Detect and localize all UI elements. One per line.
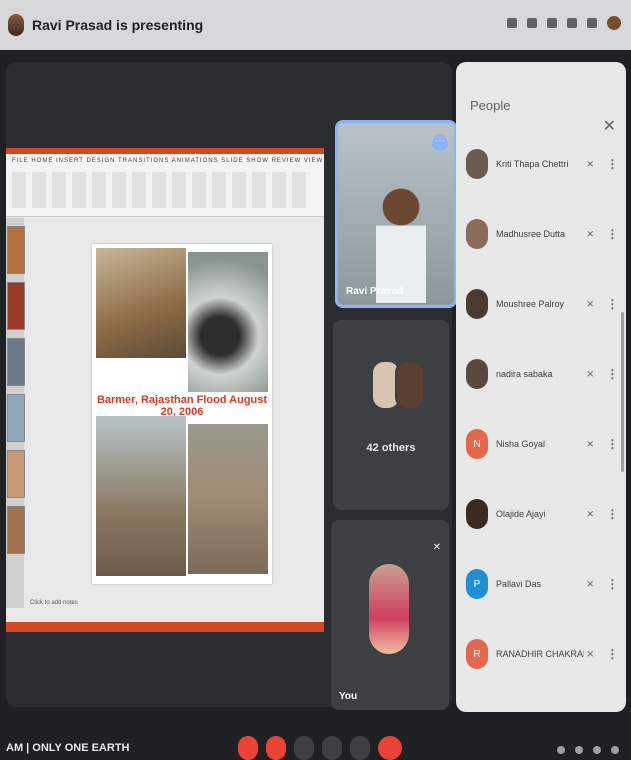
participant-row[interactable]: nadira sabaka ⨯ ⋮ (466, 352, 621, 396)
extensions-icon[interactable] (567, 18, 577, 28)
slide-thumbnails (6, 218, 25, 608)
slide-thumbnail (7, 282, 25, 330)
participant-row[interactable]: Kriti Thapa Chettri ⨯ ⋮ (466, 142, 621, 186)
flood-photo (96, 248, 186, 358)
participant-name: Moushree Palroy (496, 299, 565, 309)
others-count: 42 others (366, 442, 416, 454)
slide-thumbnail (7, 394, 25, 442)
more-options-button[interactable] (350, 736, 370, 760)
avatar: P (466, 569, 488, 599)
participant-row[interactable]: N Nisha Goyal ⨯ ⋮ (466, 422, 621, 466)
chat-icon[interactable] (593, 746, 601, 754)
more-vert-icon[interactable]: ⋮ (606, 367, 618, 381)
others-avatars (371, 360, 425, 410)
meeting-header: Ravi Prasad is presenting (0, 0, 631, 50)
people-icon[interactable] (575, 746, 583, 754)
info-icon[interactable] (557, 746, 565, 754)
presenting-label: Ravi Prasad is presenting (32, 17, 204, 33)
flood-aerial-photo (188, 252, 268, 392)
star-icon[interactable] (547, 18, 557, 28)
presenter-name: Ravi Prasad (346, 286, 404, 297)
activities-icon[interactable] (611, 746, 619, 754)
self-tile[interactable]: ✕ You (331, 520, 449, 710)
avatar (466, 499, 488, 529)
camera-icon[interactable] (507, 18, 517, 28)
self-avatar (369, 564, 409, 654)
mic-off-icon: ⨯ (586, 298, 595, 310)
participant-name: nadira sabaka (496, 369, 553, 379)
participant-row[interactable]: Madhusree Dutta ⨯ ⋮ (466, 212, 621, 256)
captions-button[interactable] (294, 736, 314, 760)
ribbon-tools (12, 172, 312, 208)
more-vert-icon[interactable]: ⋮ (606, 507, 618, 521)
side-controls (557, 746, 619, 754)
slide-title: Barmer, Rajasthan Flood August 20, 2006 (96, 394, 268, 418)
panel-title: People (470, 98, 511, 113)
self-label: You (339, 691, 358, 702)
presenter-video (376, 183, 426, 303)
avatar (466, 149, 488, 179)
mic-off-icon: ⨯ (586, 438, 595, 450)
profile-avatar[interactable] (607, 16, 621, 30)
end-call-button[interactable] (378, 736, 402, 760)
people-panel: People ✕ Kriti Thapa Chettri ⨯ ⋮ Madhusree … (456, 62, 626, 712)
more-vert-icon[interactable]: ⋮ (606, 577, 618, 591)
flood-water-photo (188, 424, 268, 574)
meeting-controls: AM | ONLY ONE EARTH (0, 712, 631, 760)
avatar: R (466, 639, 488, 669)
mic-off-icon: ⨯ (586, 508, 595, 520)
others-tile[interactable]: 42 others (333, 320, 449, 510)
participant-row[interactable]: R RANADHIR CHAKRABORTY⨯ ⋮ (466, 632, 621, 676)
mic-off-icon: ⨯ (586, 228, 595, 240)
avatar (466, 359, 488, 389)
current-slide: Barmer, Rajasthan Flood August 20, 2006 (92, 244, 272, 584)
participant-name: Olajide Ajayi (496, 509, 546, 519)
presenter-avatar (8, 14, 24, 36)
slide-thumbnail (7, 226, 25, 274)
more-vert-icon[interactable]: ⋮ (606, 297, 618, 311)
mic-off-icon: ⨯ (586, 578, 595, 590)
clock-label: AM | ONLY ONE EARTH (6, 742, 130, 754)
avatar (466, 219, 488, 249)
camera-toggle-button[interactable] (266, 736, 286, 760)
avatar (395, 360, 425, 410)
slide-thumbnail (7, 450, 25, 498)
mic-off-icon: ✕ (432, 542, 441, 553)
more-vert-icon[interactable]: ⋮ (606, 157, 618, 171)
share-icon[interactable] (527, 18, 537, 28)
participant-name: Pallavi Das (496, 579, 542, 589)
mic-off-icon: ⨯ (586, 648, 595, 660)
powerpoint-statusbar (6, 622, 324, 632)
avatar (466, 289, 488, 319)
sidebar-icon[interactable] (587, 18, 597, 28)
slide-thumbnail (7, 506, 25, 554)
more-vert-icon[interactable]: ⋮ (606, 437, 618, 451)
participant-row[interactable]: Olajide Ajayi ⨯ ⋮ (466, 492, 621, 536)
mic-off-icon: ⨯ (586, 368, 595, 380)
ribbon-tabs: FILE HOME INSERT DESIGN TRANSITIONS ANIM… (12, 158, 324, 164)
participant-row[interactable]: Moushree Palroy ⨯ ⋮ (466, 282, 621, 326)
present-button[interactable] (322, 736, 342, 760)
participant-row[interactable]: P Pallavi Das ⨯ ⋮ (466, 562, 621, 606)
notes-placeholder: Click to add notes (30, 600, 78, 606)
participant-name: Kriti Thapa Chettri (496, 159, 569, 169)
powerpoint-ribbon: FILE HOME INSERT DESIGN TRANSITIONS ANIM… (6, 154, 324, 217)
rescue-photo (96, 416, 186, 576)
participant-name: Nisha Goyal (496, 439, 546, 449)
slide-thumbnail (7, 338, 25, 386)
avatar: N (466, 429, 488, 459)
shared-screen: FILE HOME INSERT DESIGN TRANSITIONS ANIM… (6, 148, 324, 632)
browser-toolbar (507, 16, 621, 30)
more-vert-icon[interactable]: ⋮ (606, 647, 618, 661)
scrollbar[interactable] (621, 312, 624, 472)
participant-name: RANADHIR CHAKRABORTY (496, 649, 584, 659)
more-options-icon[interactable]: ⋯ (432, 135, 448, 151)
more-vert-icon[interactable]: ⋮ (606, 227, 618, 241)
presenter-tile[interactable]: ⋯ Ravi Prasad (335, 120, 457, 308)
participant-name: Madhusree Dutta (496, 229, 566, 239)
mic-toggle-button[interactable] (238, 736, 258, 760)
mic-off-icon: ⨯ (586, 158, 595, 170)
close-icon[interactable]: ✕ (603, 116, 616, 136)
